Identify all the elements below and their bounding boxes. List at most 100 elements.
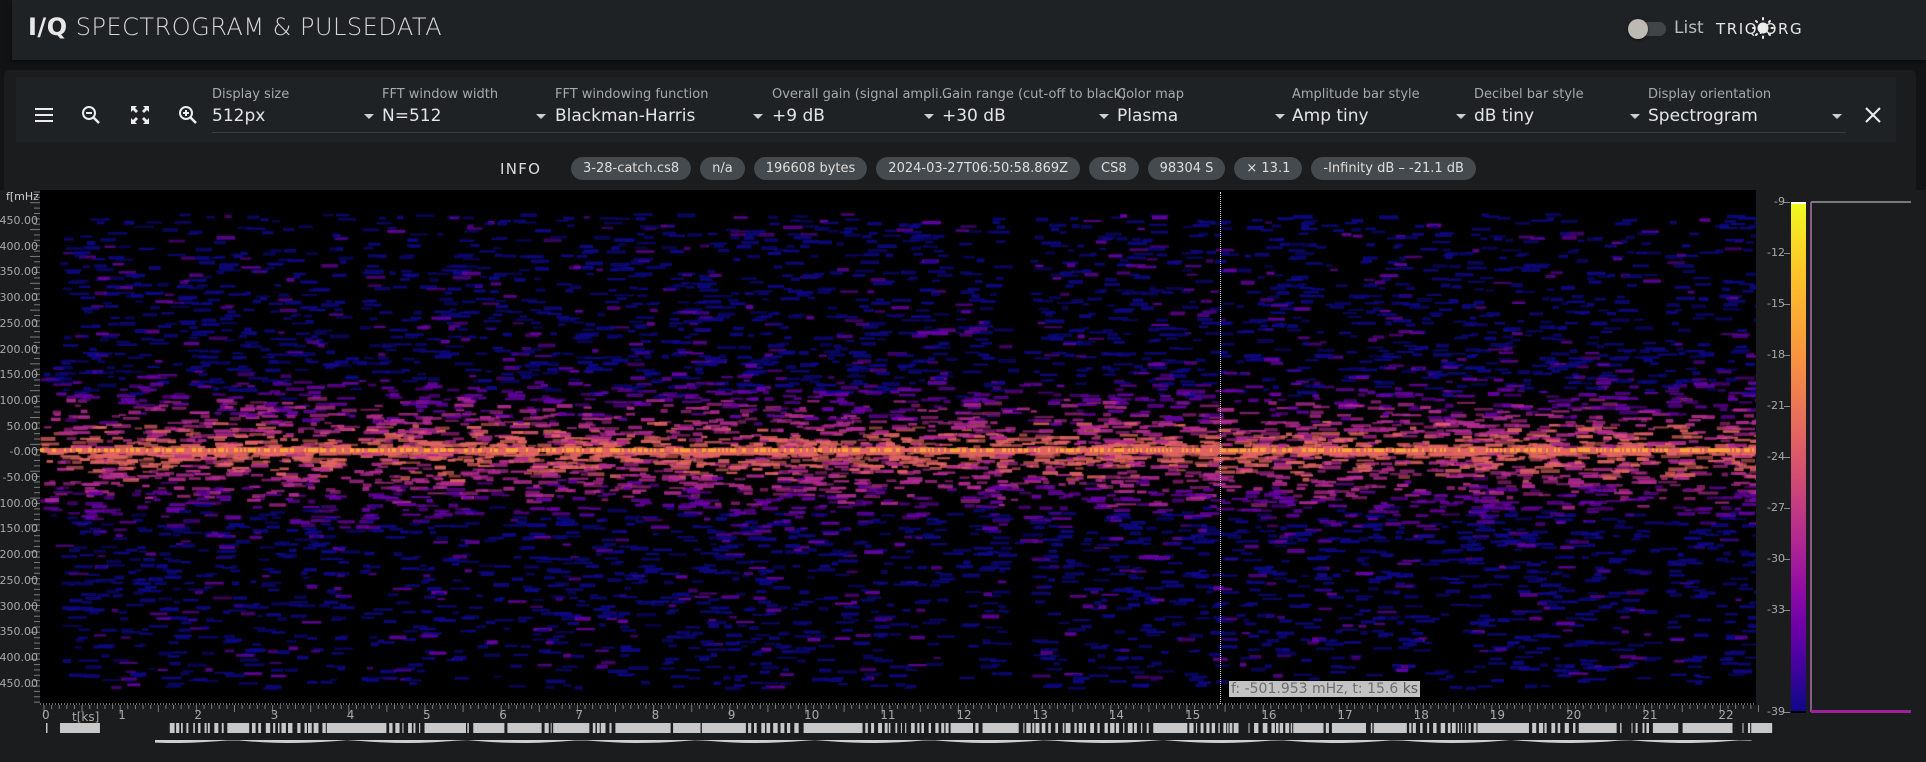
colorbar-tick-mark [1784,610,1790,611]
pulse-bar [1464,723,1466,733]
y-tick-label: -150.00 [0,522,38,536]
cursor-readout: f: -501.953 mHz, t: 15.6 ks [1229,681,1421,697]
x-tick-label: 5 [423,708,431,722]
pulse-bar [1048,723,1051,733]
pulse-bar [921,723,925,733]
pulse-bar [1275,723,1279,733]
pulse-bar [277,723,280,733]
x-tick-label: 16 [1261,708,1277,722]
pulse-bar [748,723,752,733]
pulse-bar [1097,723,1100,733]
colorbar [1791,202,1806,712]
pulse-bar [911,723,915,733]
pulse-bar [408,723,412,733]
x-tick-label: 10 [804,708,820,722]
pulse-bar [1473,723,1477,733]
x-tick-label: 4 [346,708,355,722]
pulse-bar [251,723,256,733]
pulse-bar [773,723,778,733]
pulse-bar [935,723,939,733]
colorbar-tick-label: -24 [1767,450,1785,463]
pulse-bar [1293,723,1324,733]
y-tick-label: -400.00 [0,650,38,664]
x-tick-label: 15 [1185,708,1201,722]
pulse-bar [917,723,920,733]
pulse-bar [304,723,307,733]
x-tick-label: 3 [270,708,279,722]
pulse-bar [900,723,902,733]
pulse-bar [1055,723,1058,733]
pulse-bar [1123,723,1125,733]
pulse-bar [1631,723,1633,733]
pulse-bar [419,723,421,733]
y-tick-label: 400.00 [0,239,38,253]
pulse-bar [1035,723,1040,733]
pulse-bar [1206,723,1210,733]
x-tick-label: 22 [1718,708,1734,722]
pulse-bar [1026,723,1031,733]
y-tick-label: 300.00 [0,291,38,305]
pulse-bar [1468,723,1471,733]
pulse-bar [1573,723,1576,733]
db-histogram-axis [1810,202,1812,712]
pulse-bar [1544,723,1547,733]
pulse-bar [544,723,549,733]
colorbar-tick-label: -18 [1767,348,1785,361]
pulse-bar [1211,723,1216,733]
pulse-bar [273,723,276,733]
pulse-bar [871,723,875,733]
colorbar-tick-mark [1784,202,1790,203]
x-tick-label: 12 [956,708,972,722]
y-tick-label: 50.00 [6,419,39,433]
pulse-bar [1090,723,1095,733]
pulse-bar [265,723,271,733]
colorbar-tick-mark [1784,712,1790,713]
pulse-bar [1279,723,1284,733]
pulse-bar [1447,723,1451,733]
pulse-bar [1127,723,1133,733]
pulse-bar [221,723,224,733]
x-tick-label: 6 [499,708,507,722]
pulse-bar [1460,723,1463,733]
pulse-bar [186,723,189,733]
readout-unit: ks [1402,681,1419,697]
x-tick-label: 0 [42,708,50,722]
pulse-bar [1652,723,1679,733]
pulse-bar [673,723,701,733]
pulse-bar [600,723,606,733]
pulse-bar [227,723,250,733]
pulse-bar [884,723,888,733]
pulse-bar [1110,723,1115,733]
x-tick-label: 17 [1337,708,1353,722]
pulse-bar [1635,723,1638,733]
pulse-bar [550,723,552,733]
colorbar-tick-label: -15 [1767,297,1785,310]
pulse-bar [193,723,195,733]
pulse-bar [326,723,387,733]
y-tick-label: -450.00 [0,676,38,690]
pulse-bar [928,723,932,733]
x-tick-label: 19 [1489,708,1506,722]
x-tick-label: 18 [1413,708,1429,722]
pulse-bar [878,723,882,733]
colorbar-tick-label: -30 [1767,552,1785,565]
pulse-bar [1062,723,1065,733]
pulse-bar [1229,723,1233,733]
x-tick-label: 7 [575,708,584,722]
pulse-bar [1223,723,1227,733]
pulse-bar [473,723,505,733]
colorbar-tick-label: -12 [1767,246,1785,259]
pulse-bar [1195,723,1198,733]
pulse-bar [1457,723,1460,733]
pulse-bar [1254,723,1259,733]
colorbar-tick-mark [1784,253,1790,254]
pulse-bar [766,723,771,733]
x-tick-label: 2 [194,708,203,722]
y-tick-label: 450.00 [0,214,38,227]
pulse-bar [507,723,542,733]
y-tick-label: -300.00 [0,599,38,613]
pulse-bar [905,723,907,733]
pulse-bar [1285,723,1290,733]
pulse-bar [1083,723,1087,733]
pulse-bar [895,723,898,733]
